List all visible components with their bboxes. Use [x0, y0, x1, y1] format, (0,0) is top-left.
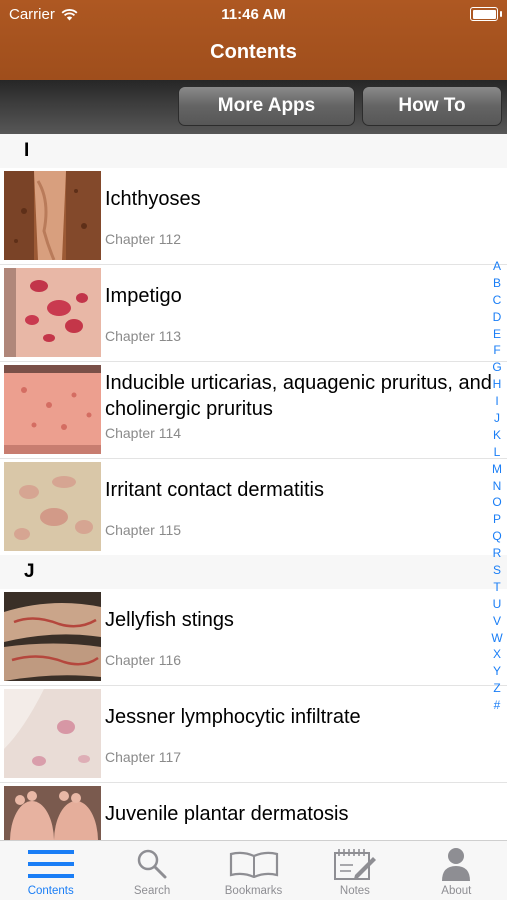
- tab-bookmarks[interactable]: Bookmarks: [203, 841, 304, 900]
- item-title: Ichthyoses: [105, 188, 201, 210]
- book-icon: [229, 851, 278, 878]
- index-letter[interactable]: Y: [493, 663, 501, 680]
- index-letter[interactable]: S: [493, 562, 501, 579]
- item-title: Irritant contact dermatitis: [105, 479, 324, 501]
- impetigo-thumbnail: [4, 268, 101, 357]
- index-letter[interactable]: Q: [492, 528, 501, 545]
- juvenile-plantar-thumbnail: [4, 786, 101, 840]
- search-icon: [137, 849, 167, 879]
- tab-label: Contents: [27, 885, 74, 897]
- index-letter[interactable]: #: [494, 697, 501, 714]
- jellyfish-stings-thumbnail: [4, 592, 101, 681]
- notes-icon: [333, 849, 376, 880]
- index-letter[interactable]: P: [493, 511, 501, 528]
- index-letter[interactable]: U: [493, 596, 502, 613]
- list-item[interactable]: Jessner lymphocytic infiltrate Chapter 1…: [0, 686, 507, 783]
- index-letter[interactable]: I: [495, 393, 498, 410]
- item-chapter: Chapter 116: [105, 652, 182, 668]
- item-chapter: Chapter 112: [105, 231, 182, 247]
- item-title: Jessner lymphocytic infiltrate: [105, 706, 361, 728]
- list-item[interactable]: Impetigo Chapter 113: [0, 265, 507, 362]
- tab-notes[interactable]: Notes: [304, 841, 405, 900]
- page-title: Contents: [210, 41, 297, 63]
- tab-search[interactable]: Search: [101, 841, 202, 900]
- tab-label: About: [441, 885, 472, 897]
- item-chapter: Chapter 113: [105, 328, 182, 344]
- index-letter[interactable]: J: [494, 410, 500, 427]
- index-letter[interactable]: M: [492, 461, 502, 478]
- index-letter[interactable]: T: [493, 579, 500, 596]
- status-bar: Carrier 11:46 AM: [0, 0, 507, 28]
- index-letter[interactable]: L: [494, 444, 501, 461]
- index-letter[interactable]: W: [491, 630, 502, 647]
- index-letter[interactable]: R: [493, 545, 502, 562]
- status-time: 11:46 AM: [221, 6, 286, 23]
- tab-contents[interactable]: Contents: [0, 841, 101, 900]
- index-letter[interactable]: E: [493, 326, 501, 343]
- index-letter[interactable]: D: [493, 309, 502, 326]
- section-header-i: I: [0, 134, 507, 168]
- item-title: Juvenile plantar dermatosis: [105, 803, 349, 825]
- tab-label: Bookmarks: [224, 885, 283, 897]
- item-title: Jellyfish stings: [105, 609, 234, 631]
- jessner-thumbnail: [4, 689, 101, 778]
- index-letter[interactable]: B: [493, 275, 501, 292]
- item-chapter: Chapter 117: [105, 749, 182, 765]
- index-letter[interactable]: X: [493, 646, 501, 663]
- index-letter[interactable]: V: [493, 613, 501, 630]
- tab-label: Search: [133, 885, 171, 897]
- index-letter[interactable]: F: [493, 342, 500, 359]
- section-header-j: J: [0, 555, 507, 589]
- person-icon: [442, 848, 471, 881]
- list-item[interactable]: Inducible urticarias, aquagenic pruritus…: [0, 362, 507, 459]
- index-letter[interactable]: K: [493, 427, 501, 444]
- item-chapter: Chapter 114: [105, 425, 182, 441]
- index-letter[interactable]: C: [493, 292, 502, 309]
- navigation-bar: Carrier 11:46 AM Contents: [0, 0, 507, 80]
- contents-list[interactable]: I Ichthyoses Chapter 112 Impetigo Chapte…: [0, 134, 507, 840]
- index-letter[interactable]: G: [492, 359, 501, 376]
- battery-icon: [470, 7, 502, 21]
- urticaria-thumbnail: [4, 365, 101, 454]
- more-apps-button[interactable]: More Apps: [178, 86, 355, 126]
- tab-bar: Contents Search Bookmarks Notes About: [0, 840, 507, 900]
- tab-about[interactable]: About: [406, 841, 507, 900]
- list-item[interactable]: Irritant contact dermatitis Chapter 115: [0, 459, 507, 555]
- tab-label: Notes: [339, 885, 370, 897]
- list-icon: [27, 850, 74, 878]
- list-item[interactable]: Jellyfish stings Chapter 116: [0, 589, 507, 686]
- index-letter[interactable]: O: [492, 494, 501, 511]
- toolbar: More Apps How To: [0, 80, 507, 134]
- index-letter[interactable]: N: [493, 478, 502, 495]
- ichthyoses-thumbnail: [4, 171, 101, 260]
- irritant-dermatitis-thumbnail: [4, 462, 101, 551]
- section-index[interactable]: A B C D E F G H I J K L M N O P Q R S T …: [490, 258, 504, 714]
- how-to-button[interactable]: How To: [362, 86, 502, 126]
- item-chapter: Chapter 115: [105, 522, 182, 538]
- index-letter[interactable]: A: [493, 258, 501, 275]
- index-letter[interactable]: Z: [493, 680, 500, 697]
- index-letter[interactable]: H: [493, 376, 502, 393]
- list-item[interactable]: Ichthyoses Chapter 112: [0, 168, 507, 265]
- list-item[interactable]: Juvenile plantar dermatosis: [0, 783, 507, 840]
- item-title: Impetigo: [105, 285, 182, 307]
- item-title: Inducible urticarias, aquagenic pruritus…: [105, 372, 492, 420]
